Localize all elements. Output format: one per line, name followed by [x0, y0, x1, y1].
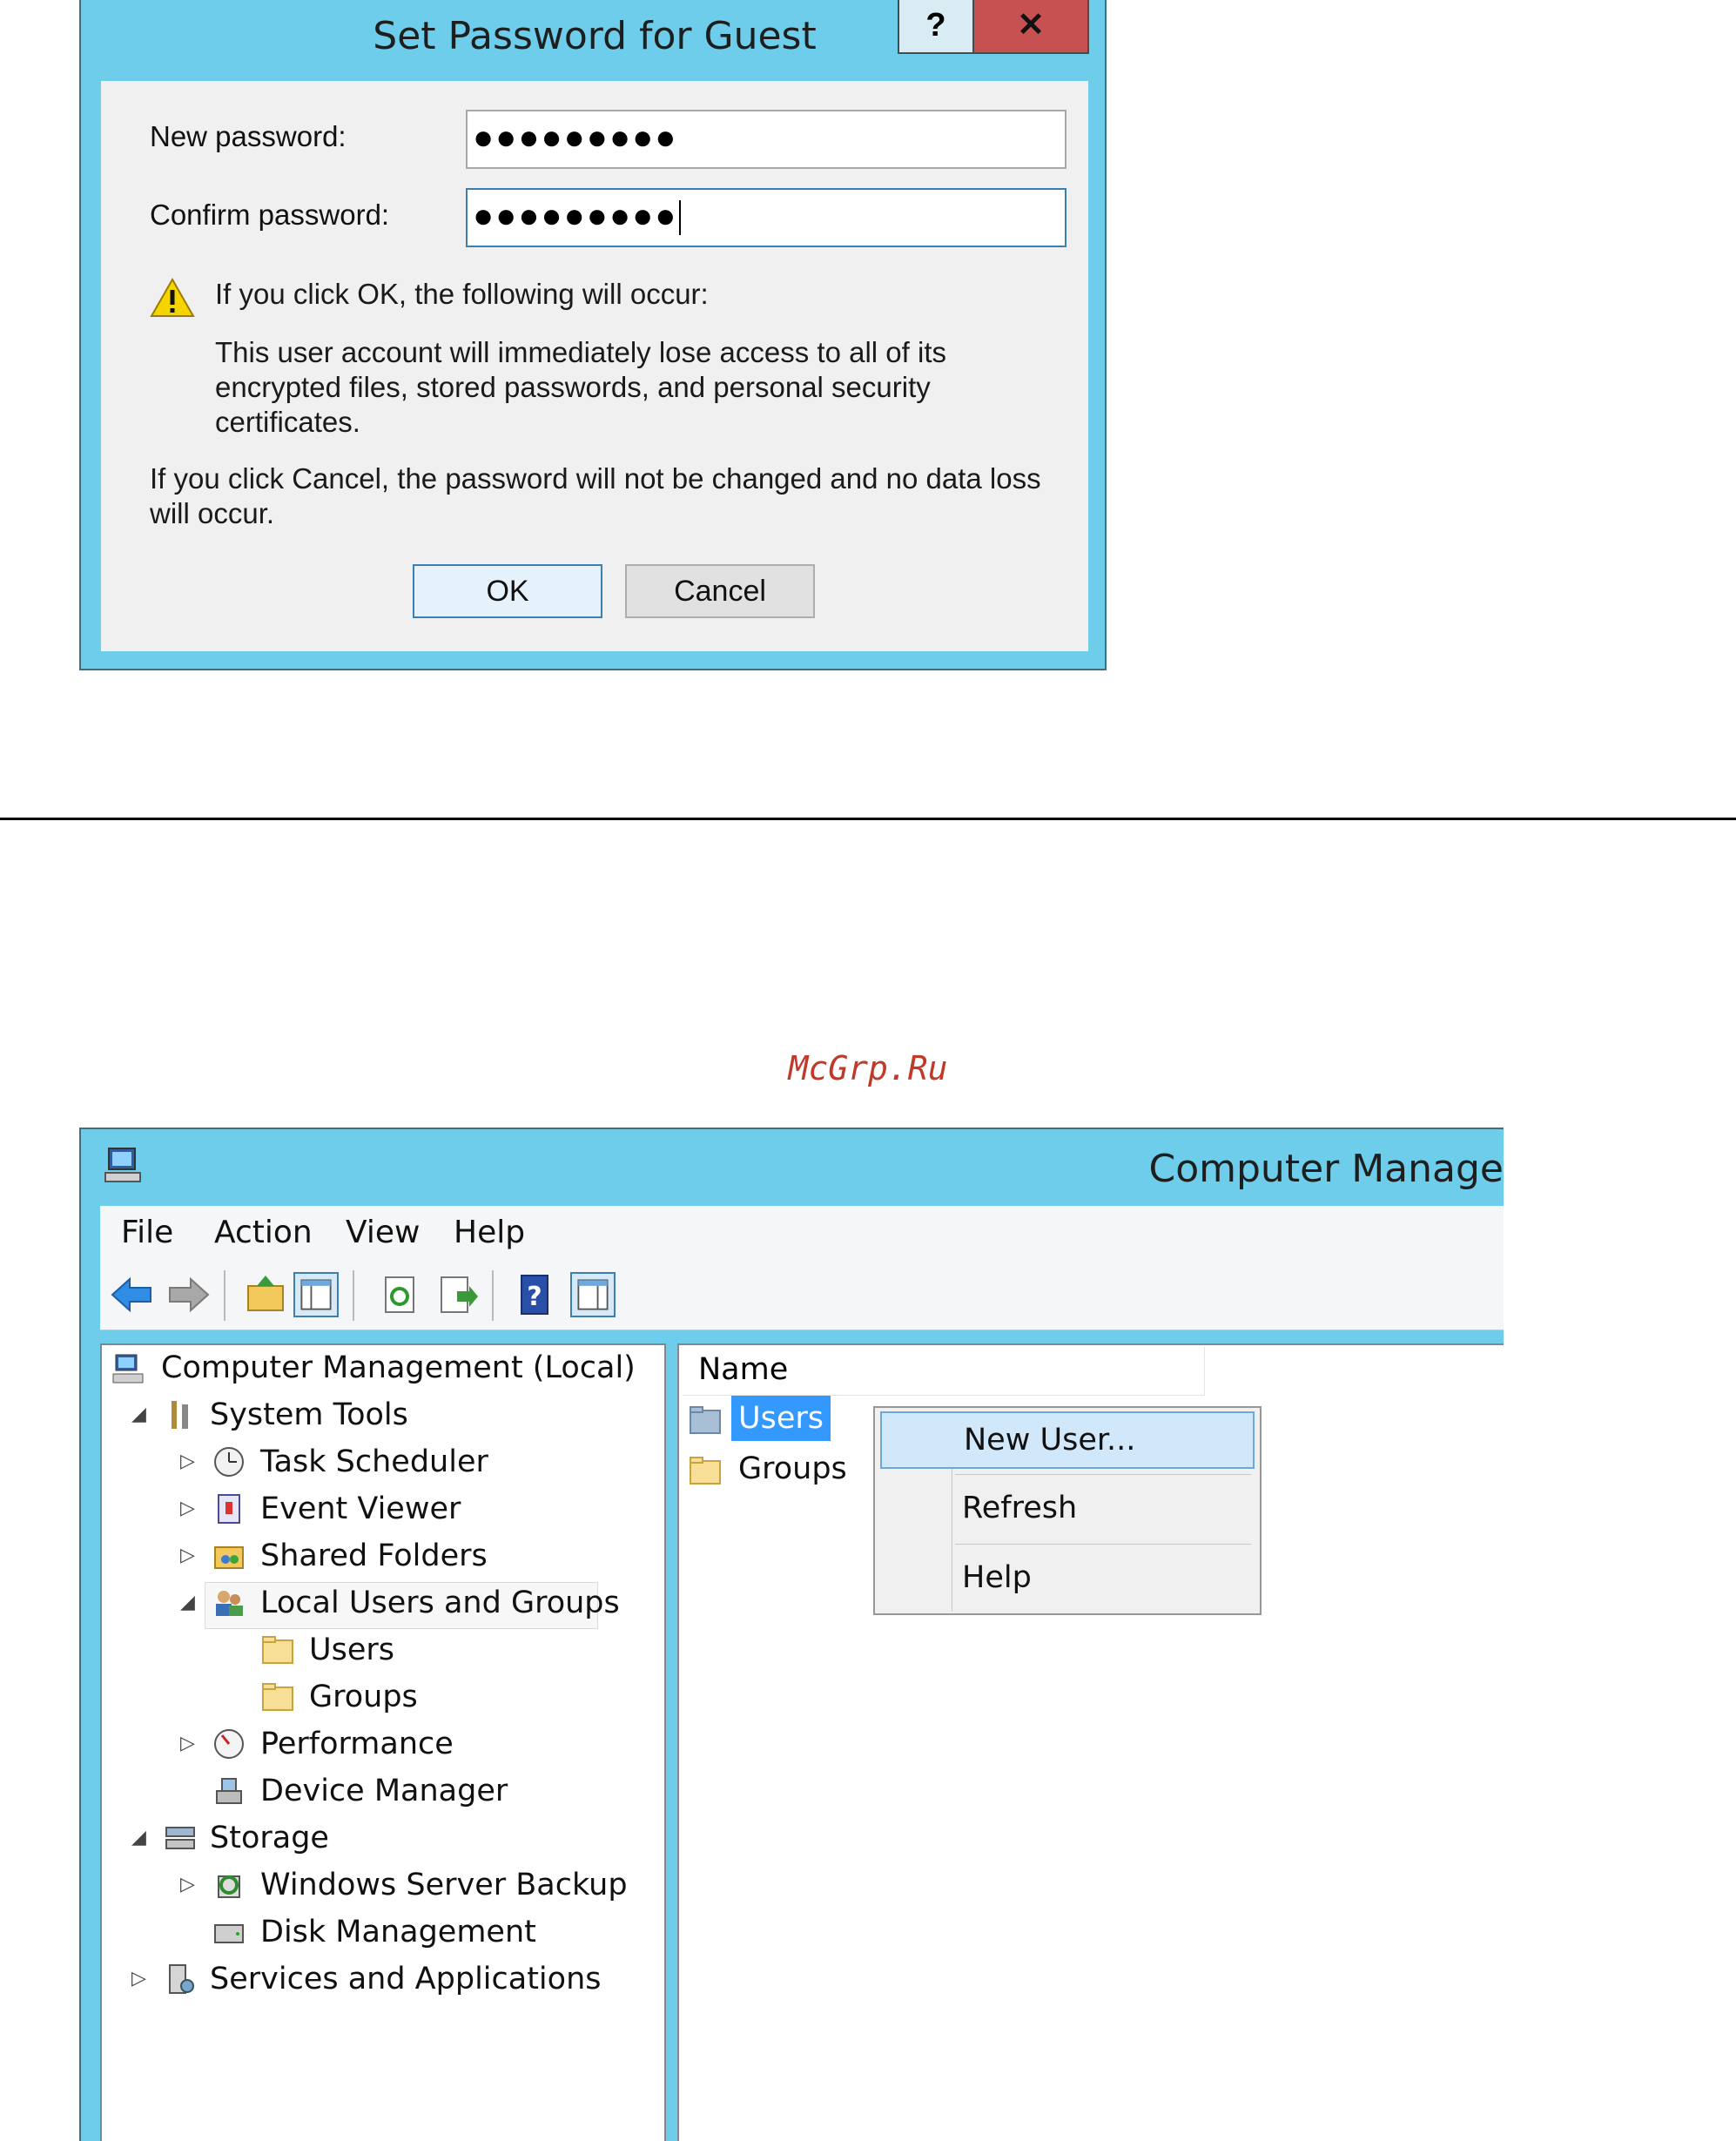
context-menu: New User... Refresh Help	[873, 1406, 1262, 1615]
tree-item-users[interactable]: Users	[309, 1633, 394, 1667]
tree-item-local-users-and-groups[interactable]: Local Users and Groups	[260, 1586, 620, 1620]
show-hide-action-pane-icon[interactable]	[570, 1272, 616, 1317]
column-header-name[interactable]: Name	[683, 1347, 1205, 1396]
tree-item-services-and-applications[interactable]: Services and Applications	[210, 1962, 601, 1996]
confirm-password-value: ●●●●●●●●●	[473, 197, 678, 235]
expand-arrow-icon[interactable]: ▷	[180, 1497, 195, 1519]
window-title: Computer Manage	[1148, 1147, 1504, 1191]
help-icon[interactable]: ?	[513, 1272, 558, 1317]
expand-arrow-icon[interactable]: ▷	[180, 1873, 195, 1895]
backup-icon	[218, 1875, 240, 1898]
menu-help[interactable]: Help	[454, 1215, 525, 1250]
folder-icon	[690, 1457, 721, 1485]
toolbar-separator	[353, 1270, 354, 1321]
confirm-password-label: Confirm password:	[150, 199, 390, 231]
disk-management-icon	[214, 1924, 244, 1943]
menu-file[interactable]: File	[121, 1215, 173, 1250]
folder-icon	[262, 1683, 293, 1711]
tree-item-computer-management[interactable]: Computer Management (Local)	[161, 1350, 636, 1385]
context-menu-refresh[interactable]: Refresh	[875, 1481, 1260, 1538]
context-menu-separator	[955, 1474, 1251, 1475]
text-caret	[679, 200, 682, 236]
cancel-button[interactable]: Cancel	[625, 564, 815, 618]
computer-management-icon	[112, 1354, 144, 1384]
refresh-icon[interactable]	[377, 1272, 422, 1317]
collapse-arrow-icon[interactable]: ◢	[180, 1591, 195, 1613]
tree-item-disk-management[interactable]: Disk Management	[260, 1915, 536, 1949]
tree-item-windows-server-backup[interactable]: Windows Server Backup	[260, 1868, 628, 1902]
menu-bar: File Action View Help	[100, 1206, 1504, 1261]
event-viewer-icon	[218, 1494, 240, 1524]
clock-icon	[214, 1447, 244, 1477]
context-menu-help[interactable]: Help	[875, 1551, 1260, 1608]
cancel-note: If you click Cancel, the password will n…	[150, 462, 1041, 529]
folder-icon	[690, 1406, 721, 1434]
services-icon	[169, 1964, 194, 1994]
expand-arrow-icon[interactable]: ▷	[180, 1544, 195, 1566]
tree-item-device-manager[interactable]: Device Manager	[260, 1774, 508, 1808]
tree-item-event-viewer[interactable]: Event Viewer	[260, 1491, 461, 1526]
new-password-value: ●●●●●●●●●	[473, 118, 678, 157]
toolbar: ?	[100, 1260, 1504, 1330]
menu-action[interactable]: Action	[214, 1215, 313, 1250]
list-item-users[interactable]: Users	[731, 1396, 831, 1441]
expand-arrow-icon[interactable]: ▷	[180, 1732, 195, 1754]
export-list-icon[interactable]	[434, 1272, 480, 1317]
show-hide-tree-icon[interactable]	[293, 1272, 339, 1317]
forward-icon[interactable]	[166, 1272, 212, 1317]
tree-item-task-scheduler[interactable]: Task Scheduler	[260, 1444, 488, 1479]
storage-icon	[165, 1827, 195, 1849]
help-button[interactable]: ?	[898, 0, 974, 54]
tree-item-performance[interactable]: Performance	[260, 1727, 454, 1761]
expand-arrow-icon[interactable]: ▷	[131, 1967, 146, 1990]
console-tree: Computer Management (Local) ◢ System Too…	[100, 1343, 666, 2141]
page-divider	[0, 818, 1736, 820]
back-icon[interactable]	[109, 1272, 154, 1317]
tree-item-shared-folders[interactable]: Shared Folders	[260, 1538, 488, 1573]
up-folder-icon[interactable]	[243, 1272, 288, 1317]
svg-text:?: ?	[527, 1282, 542, 1312]
expand-arrow-icon[interactable]: ▷	[180, 1450, 195, 1472]
performance-icon	[214, 1729, 244, 1759]
warning-heading: If you click OK, the following will occu…	[215, 278, 709, 310]
close-button[interactable]: ✕	[974, 0, 1089, 54]
users-groups-icon	[216, 1591, 243, 1616]
context-menu-separator	[955, 1544, 1251, 1545]
set-password-dialog: Set Password for Guest ? ✕ New password:…	[79, 0, 1107, 670]
shared-folders-icon	[214, 1546, 244, 1569]
new-password-label: New password:	[150, 120, 347, 152]
toolbar-separator	[492, 1270, 494, 1321]
warning-icon	[150, 278, 195, 317]
confirm-password-field[interactable]: ●●●●●●●●●	[466, 188, 1066, 247]
toolbar-separator	[224, 1270, 225, 1321]
collapse-arrow-icon[interactable]: ◢	[131, 1403, 146, 1425]
warning-body: This user account will immediately lose …	[215, 336, 946, 438]
list-item-groups[interactable]: Groups	[738, 1451, 847, 1486]
tree-item-system-tools[interactable]: System Tools	[210, 1397, 408, 1432]
menu-view[interactable]: View	[346, 1215, 420, 1250]
tree-item-groups[interactable]: Groups	[309, 1680, 418, 1714]
watermark: McGrp.Ru	[788, 1049, 948, 1087]
computer-management-window: Computer Manage File Action View Help ? …	[79, 1128, 1504, 2141]
computer-management-icon	[104, 1148, 141, 1182]
system-tools-icon	[172, 1401, 188, 1429]
folder-icon	[262, 1636, 293, 1664]
new-password-field[interactable]: ●●●●●●●●●	[466, 110, 1066, 169]
context-menu-new-user[interactable]: New User...	[880, 1411, 1255, 1469]
collapse-arrow-icon[interactable]: ◢	[131, 1826, 146, 1848]
device-manager-icon	[216, 1778, 242, 1804]
dialog-body: New password: ●●●●●●●●● Confirm password…	[101, 81, 1088, 651]
ok-button[interactable]: OK	[413, 564, 602, 618]
tree-item-storage[interactable]: Storage	[210, 1821, 329, 1855]
